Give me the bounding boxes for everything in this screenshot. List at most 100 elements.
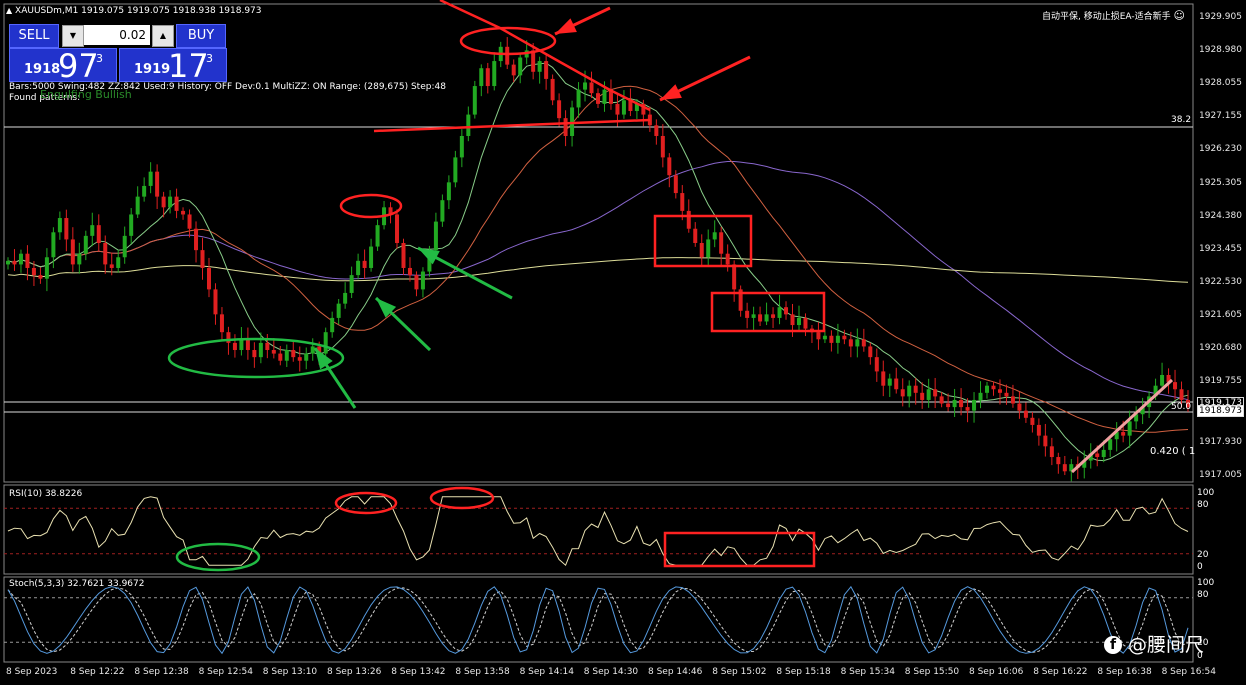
- candle-body: [129, 214, 134, 236]
- lot-decrease-arrow-icon[interactable]: ▼: [62, 25, 84, 47]
- candle-body: [64, 218, 69, 240]
- candle-body: [900, 389, 905, 397]
- candle-body: [537, 61, 542, 72]
- time-tick-label: 8 Sep 15:02: [712, 667, 767, 677]
- bottom-ellipse-annotation: [167, 337, 345, 379]
- candle-body: [621, 100, 626, 115]
- price-tick-label: 1923.455: [1199, 243, 1242, 254]
- candle-body: [375, 225, 380, 247]
- candle-body: [939, 396, 944, 404]
- candle-body: [1108, 439, 1113, 450]
- candle-body: [997, 389, 1002, 393]
- candle-body: [913, 385, 918, 393]
- candle-body: [680, 193, 685, 211]
- red-arrow-top-head: [555, 18, 577, 34]
- chart-title: ▲ XAUUSDm,M1 1919.075 1919.075 1918.938 …: [6, 6, 262, 16]
- descending-trendline: [439, 0, 651, 112]
- candle-body: [790, 314, 795, 326]
- lot-increase-arrow-icon[interactable]: ▲: [152, 25, 174, 47]
- sell-price-fraction: 3: [96, 52, 103, 65]
- candle-body: [25, 253, 30, 268]
- candle-body: [751, 314, 756, 318]
- candle-body: [168, 196, 173, 208]
- stoch-panel-frame: [3, 576, 1194, 663]
- candle-body: [472, 86, 477, 115]
- buy-price-pips: 17: [168, 47, 209, 85]
- buy-price-fraction: 3: [206, 52, 213, 65]
- candle-body: [291, 350, 296, 358]
- time-tick-label: 8 Sep 15:50: [904, 667, 960, 677]
- candle-body: [816, 332, 821, 340]
- candle-body: [213, 289, 218, 315]
- candle-body: [771, 314, 776, 318]
- time-tick-label: 8 Sep 12:38: [134, 667, 189, 677]
- candle-body: [589, 82, 594, 94]
- candle-body: [239, 339, 244, 351]
- candle-body: [440, 200, 445, 222]
- rsi-oversold-ellipse: [175, 542, 261, 572]
- candle-body: [433, 221, 438, 251]
- sell-price-box[interactable]: 1918 97 3: [9, 47, 117, 85]
- time-tick-label: 8 Sep 16:38: [1097, 667, 1152, 677]
- candle-body: [959, 399, 964, 408]
- current-price-tag: 1918.973: [1197, 405, 1244, 417]
- candle-body: [109, 264, 114, 268]
- buy-button[interactable]: BUY: [176, 24, 226, 48]
- time-tick-label: 8 Sep 2023: [6, 667, 58, 677]
- candle-body: [232, 342, 237, 351]
- ea-status-label: 自动平保, 移动止损EA-适合新手: [1042, 12, 1171, 22]
- price-chart[interactable]: [0, 0, 1246, 685]
- candle-body: [933, 389, 938, 397]
- ma-mid-line: [7, 85, 1189, 433]
- candle-body: [796, 317, 801, 326]
- candle-body: [758, 314, 763, 322]
- candle-body: [135, 196, 140, 215]
- price-tick-label: 1921.605: [1199, 309, 1242, 320]
- candle-body: [122, 235, 127, 258]
- candle-body: [200, 250, 205, 268]
- candle-body: [96, 225, 101, 243]
- candle-body: [563, 118, 568, 136]
- candle-body: [693, 228, 698, 243]
- candle-body: [907, 385, 912, 397]
- collapse-triangle-icon[interactable]: ▲: [6, 6, 12, 15]
- candle-body: [362, 260, 367, 268]
- candle-body: [57, 218, 62, 233]
- rsi-level-0: 0: [1197, 562, 1203, 572]
- watermark-text: @腰间尺: [1128, 634, 1205, 656]
- price-tick-label: 1917.930: [1199, 437, 1242, 447]
- candle-body: [1030, 417, 1035, 425]
- sell-button[interactable]: SELL: [9, 24, 59, 48]
- time-tick-label: 8 Sep 14:46: [648, 667, 703, 677]
- rsi-panel-frame: [3, 484, 1194, 575]
- candle-body: [784, 307, 789, 315]
- candle-body: [492, 61, 497, 87]
- candle-body: [965, 407, 970, 411]
- facebook-icon: f: [1104, 636, 1122, 654]
- candle-body: [1043, 435, 1048, 447]
- candle-body: [978, 392, 983, 400]
- candle-body: [596, 93, 600, 104]
- candle-body: [479, 68, 484, 87]
- candle-body: [181, 210, 186, 215]
- candle-body: [1160, 374, 1165, 386]
- candle-body: [343, 292, 348, 304]
- candle-body: [466, 114, 471, 136]
- candle-body: [660, 135, 665, 158]
- candle-body: [174, 196, 179, 211]
- buy-price-box[interactable]: 1919 17 3: [119, 47, 227, 85]
- candle-body: [673, 175, 678, 194]
- candle-body: [485, 68, 490, 87]
- candle-body: [6, 260, 10, 265]
- candle-body: [206, 267, 211, 290]
- price-tick-label: 1922.530: [1199, 276, 1242, 287]
- time-tick-label: 8 Sep 16:06: [969, 667, 1024, 677]
- candle-body: [336, 303, 341, 318]
- lot-size-input[interactable]: 0.02: [84, 25, 150, 45]
- candle-body: [407, 267, 412, 276]
- candle-body: [511, 64, 516, 76]
- candle-body: [1004, 392, 1009, 397]
- candle-body: [1017, 403, 1022, 411]
- candle-body: [155, 171, 160, 197]
- candle-body: [44, 257, 49, 279]
